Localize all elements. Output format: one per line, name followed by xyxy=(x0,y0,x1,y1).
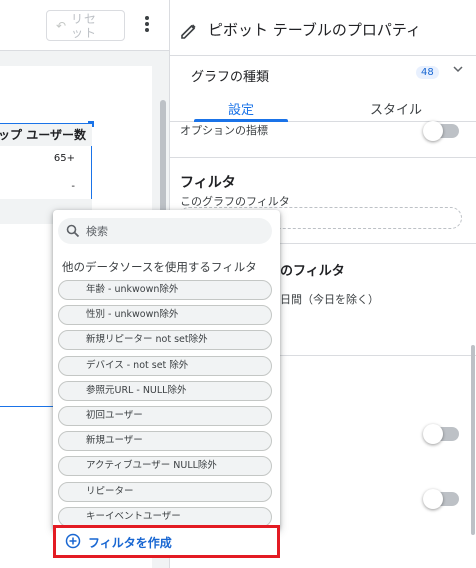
filter-section-title: フィルタ xyxy=(180,175,236,191)
filter-item[interactable]: デバイス - not set 除外 xyxy=(58,355,272,376)
search-input[interactable] xyxy=(86,222,256,240)
tab-style[interactable]: スタイル xyxy=(370,99,422,118)
filter-item[interactable]: リピーター xyxy=(58,481,272,502)
optional-metric-label: オプションの指標 xyxy=(180,124,268,137)
filter-search xyxy=(58,218,272,244)
setting-toggle[interactable] xyxy=(423,424,459,444)
filter-list: 年齢 - unkwown除外 性別 - unkwown除外 新規リピーター no… xyxy=(58,280,272,530)
filter-item[interactable]: 性別 - unkwown除外 xyxy=(58,305,272,326)
create-filter-button[interactable]: フィルタを作成 xyxy=(53,525,280,558)
divider xyxy=(170,157,476,158)
table-cell: 65+ xyxy=(53,153,75,164)
panel-header: ピボット テーブルのプロパティ xyxy=(170,0,476,56)
date-range-label: 日間（今日を除く） xyxy=(280,293,379,306)
more-options-icon[interactable] xyxy=(141,14,153,38)
filter-item[interactable]: アクティブユーザー NULL除外 xyxy=(58,456,272,477)
chart-type-badge: 48 xyxy=(416,66,439,79)
canvas-scrollbar[interactable] xyxy=(160,100,166,220)
canvas-toolbar: ↶ リセット xyxy=(0,0,169,51)
filter-item[interactable]: キーイベントユーザー xyxy=(58,506,272,527)
setting-toggle[interactable] xyxy=(423,489,459,509)
reset-label: リセット xyxy=(71,12,98,40)
panel-scrollbar[interactable] xyxy=(471,345,475,535)
filter-item[interactable]: 新規リピーター not set除外 xyxy=(58,330,272,351)
filter-item[interactable]: 年齢 - unkwown除外 xyxy=(58,280,272,300)
search-icon xyxy=(66,224,80,238)
filter-item[interactable]: 新規ユーザー xyxy=(58,431,272,452)
chart-type-label: グラフの種類 xyxy=(191,70,270,85)
table-column-header: ップ ユーザー数 xyxy=(0,124,92,146)
optional-metric-toggle[interactable] xyxy=(423,121,459,141)
undo-icon: ↶ xyxy=(56,19,67,33)
tab-setup[interactable]: 設定 xyxy=(228,99,254,118)
chevron-down-icon xyxy=(453,66,463,73)
pencil-icon xyxy=(181,24,196,39)
panel-tabs: 設定 スタイル xyxy=(170,92,476,122)
filter-item[interactable]: 参照元URL - NULL除外 xyxy=(58,380,272,401)
reset-button[interactable]: ↶ リセット xyxy=(46,10,125,41)
add-circle-icon xyxy=(65,533,81,549)
table-cell: - xyxy=(71,181,75,192)
filter-dropdown: 他のデータソースを使用するフィルタ 年齢 - unkwown除外 性別 - un… xyxy=(53,210,280,530)
filter-item[interactable]: 初回ユーザー xyxy=(58,405,272,426)
chart-type-selector[interactable]: グラフの種類 48 xyxy=(170,56,476,92)
panel-title: ピボット テーブルのプロパティ xyxy=(208,21,421,39)
create-filter-label: フィルタを作成 xyxy=(88,536,172,550)
other-source-label: 他のデータソースを使用するフィルタ xyxy=(62,260,257,274)
date-filter-title: のフィルタ xyxy=(280,264,345,279)
